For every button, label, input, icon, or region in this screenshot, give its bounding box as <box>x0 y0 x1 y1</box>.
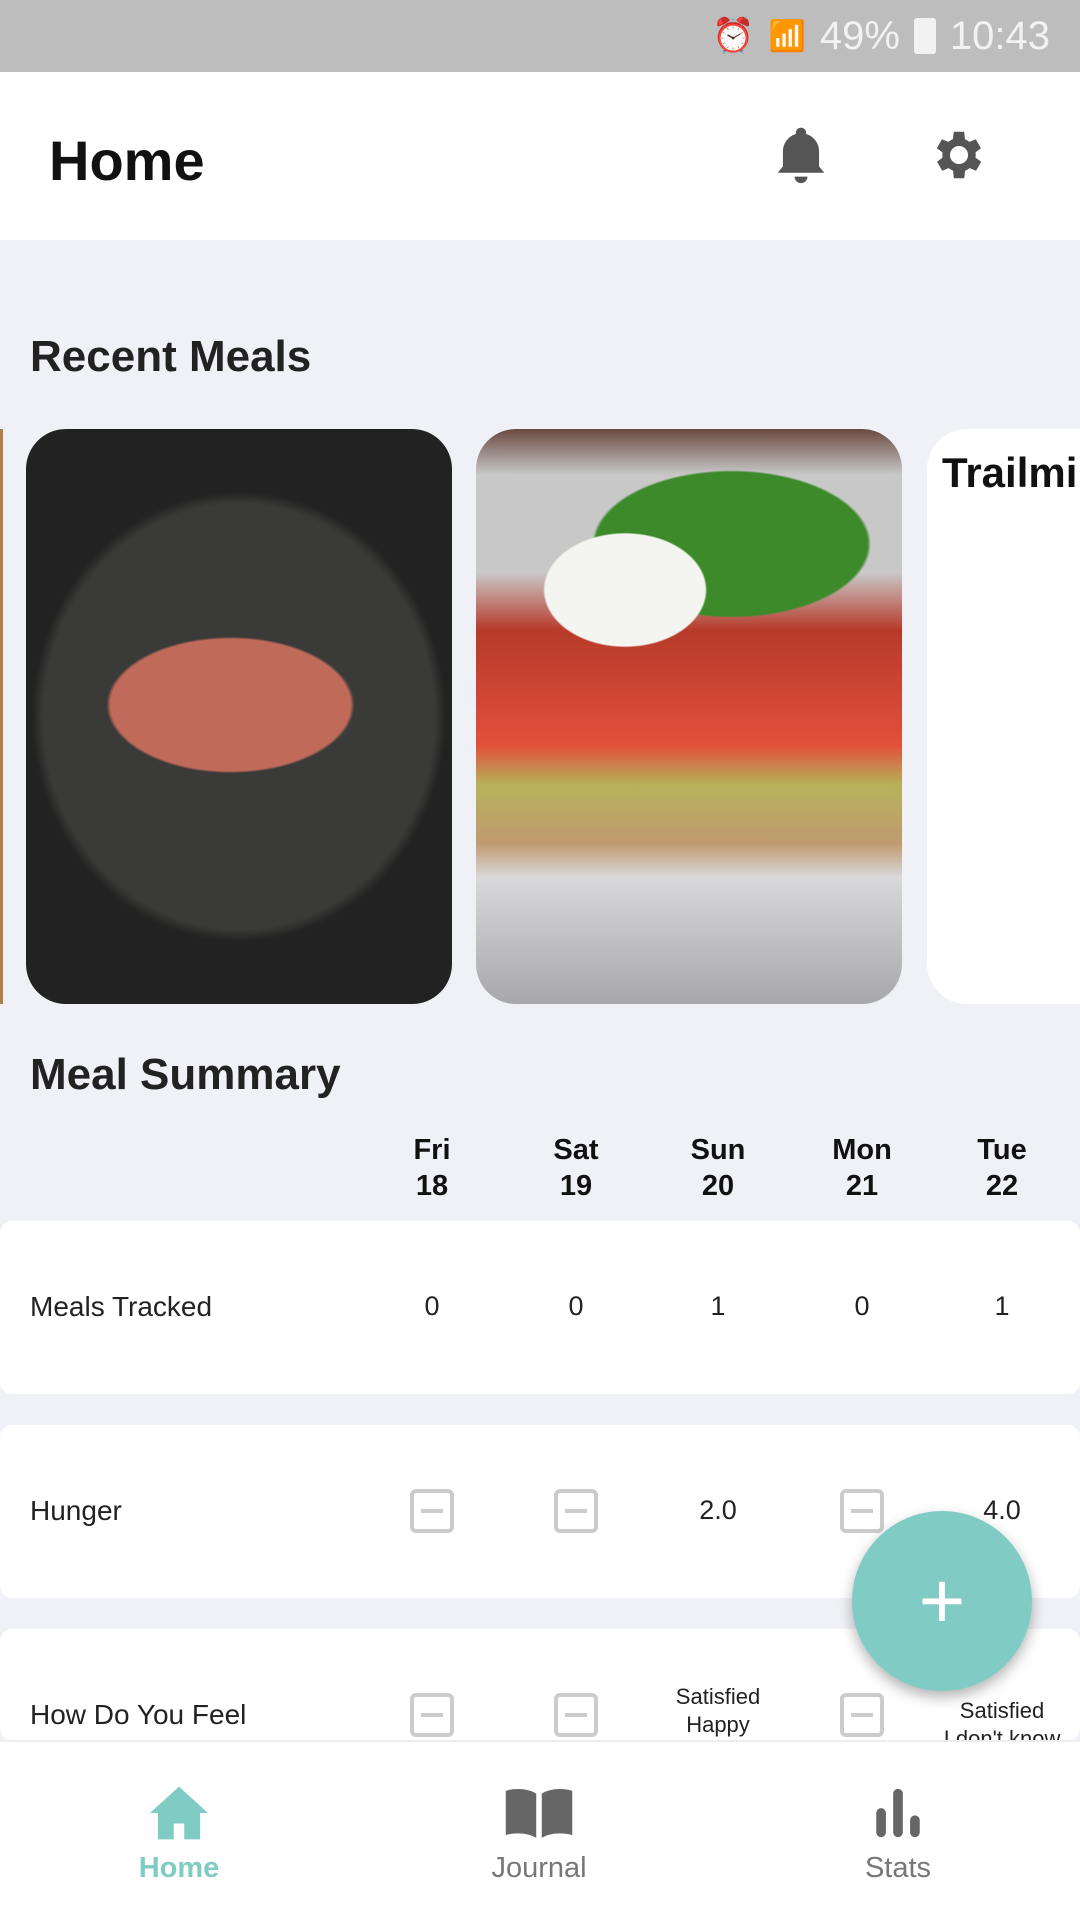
meal-card-trailmix[interactable]: Trailmi <box>927 429 1080 1004</box>
day-of-week: Sun <box>690 1134 746 1166</box>
notifications-button[interactable] <box>770 122 832 190</box>
bell-icon <box>777 127 825 184</box>
day-of-week: Mon <box>832 1134 892 1166</box>
book-icon <box>505 1789 573 1838</box>
feeling-text: Happy <box>686 1712 750 1737</box>
battery-icon <box>913 18 936 54</box>
day-date: 22 <box>985 1170 1019 1202</box>
page-title: Home <box>49 129 205 192</box>
clock: 10:43 <box>949 13 1050 58</box>
day-date: 18 <box>415 1170 449 1202</box>
meal-card-steak[interactable] <box>26 429 452 1004</box>
nav-journal[interactable]: Journal <box>419 1784 659 1885</box>
feeling-text: I don't know <box>943 1726 1061 1740</box>
no-data-icon <box>840 1693 884 1737</box>
alarm-icon: ⏰ <box>712 17 755 55</box>
bottom-nav: Home Journal Stats <box>0 1740 1080 1920</box>
day-header: Fri 18 <box>372 1132 492 1204</box>
day-date: 21 <box>845 1170 879 1202</box>
cell-value: SatisfiedHappyAnxious <box>648 1683 788 1740</box>
meal-summary-title: Meal Summary <box>30 1050 341 1099</box>
no-data-icon <box>554 1693 598 1737</box>
meal-card-sandwich[interactable] <box>476 429 902 1004</box>
wifi-signal-icon: 📶 <box>768 19 806 53</box>
cell-value: 2.0 <box>699 1495 737 1525</box>
status-bar: ⏰ 📶 49% 10:43 <box>0 0 1080 72</box>
cell-value: 1 <box>710 1291 726 1321</box>
nav-home[interactable]: Home <box>59 1784 299 1885</box>
row-label: How Do You Feel <box>30 1699 247 1730</box>
meal-card-title: Trailmi <box>942 449 1078 496</box>
meal-card-partial[interactable] <box>0 429 3 1004</box>
nav-label: Journal <box>491 1852 587 1884</box>
day-date: 19 <box>559 1170 593 1202</box>
gear-icon <box>936 131 982 179</box>
row-label: Hunger <box>30 1495 122 1526</box>
add-meal-button[interactable]: + <box>852 1511 1032 1691</box>
day-date: 20 <box>701 1170 735 1202</box>
day-header: Mon 21 <box>802 1132 922 1204</box>
day-of-week: Sat <box>553 1134 599 1166</box>
feeling-text: Satisfied <box>675 1684 761 1709</box>
cell-value: 0 <box>424 1291 440 1321</box>
home-icon <box>150 1786 208 1840</box>
app-header: Home <box>0 72 1080 240</box>
plus-icon: + <box>918 1556 966 1645</box>
day-header: Sat 19 <box>516 1132 636 1204</box>
battery-percent: 49% <box>819 13 900 58</box>
no-data-icon <box>410 1489 454 1533</box>
day-of-week: Tue <box>977 1134 1027 1166</box>
feeling-text: Satisfied <box>959 1698 1045 1723</box>
nav-label: Stats <box>864 1852 932 1884</box>
no-data-icon <box>554 1489 598 1533</box>
cell-value: 0 <box>568 1291 584 1321</box>
nav-label: Home <box>138 1852 220 1884</box>
day-header: Tue 22 <box>942 1132 1062 1204</box>
no-data-icon <box>840 1489 884 1533</box>
row-label: Meals Tracked <box>30 1291 213 1322</box>
bar-chart-icon <box>876 1788 920 1838</box>
day-of-week: Fri <box>413 1134 451 1166</box>
no-data-icon <box>410 1693 454 1737</box>
cell-value: 0 <box>854 1291 870 1321</box>
recent-meals-title: Recent Meals <box>30 332 312 381</box>
settings-button[interactable] <box>928 124 990 186</box>
cell-value: Satisfied I don't know <box>932 1697 1072 1740</box>
nav-stats[interactable]: Stats <box>778 1784 1018 1885</box>
summary-row: Meals Tracked 0 0 1 0 1 <box>0 1221 1080 1394</box>
day-header: Sun 20 <box>658 1132 778 1204</box>
cell-value: 1 <box>994 1291 1010 1321</box>
